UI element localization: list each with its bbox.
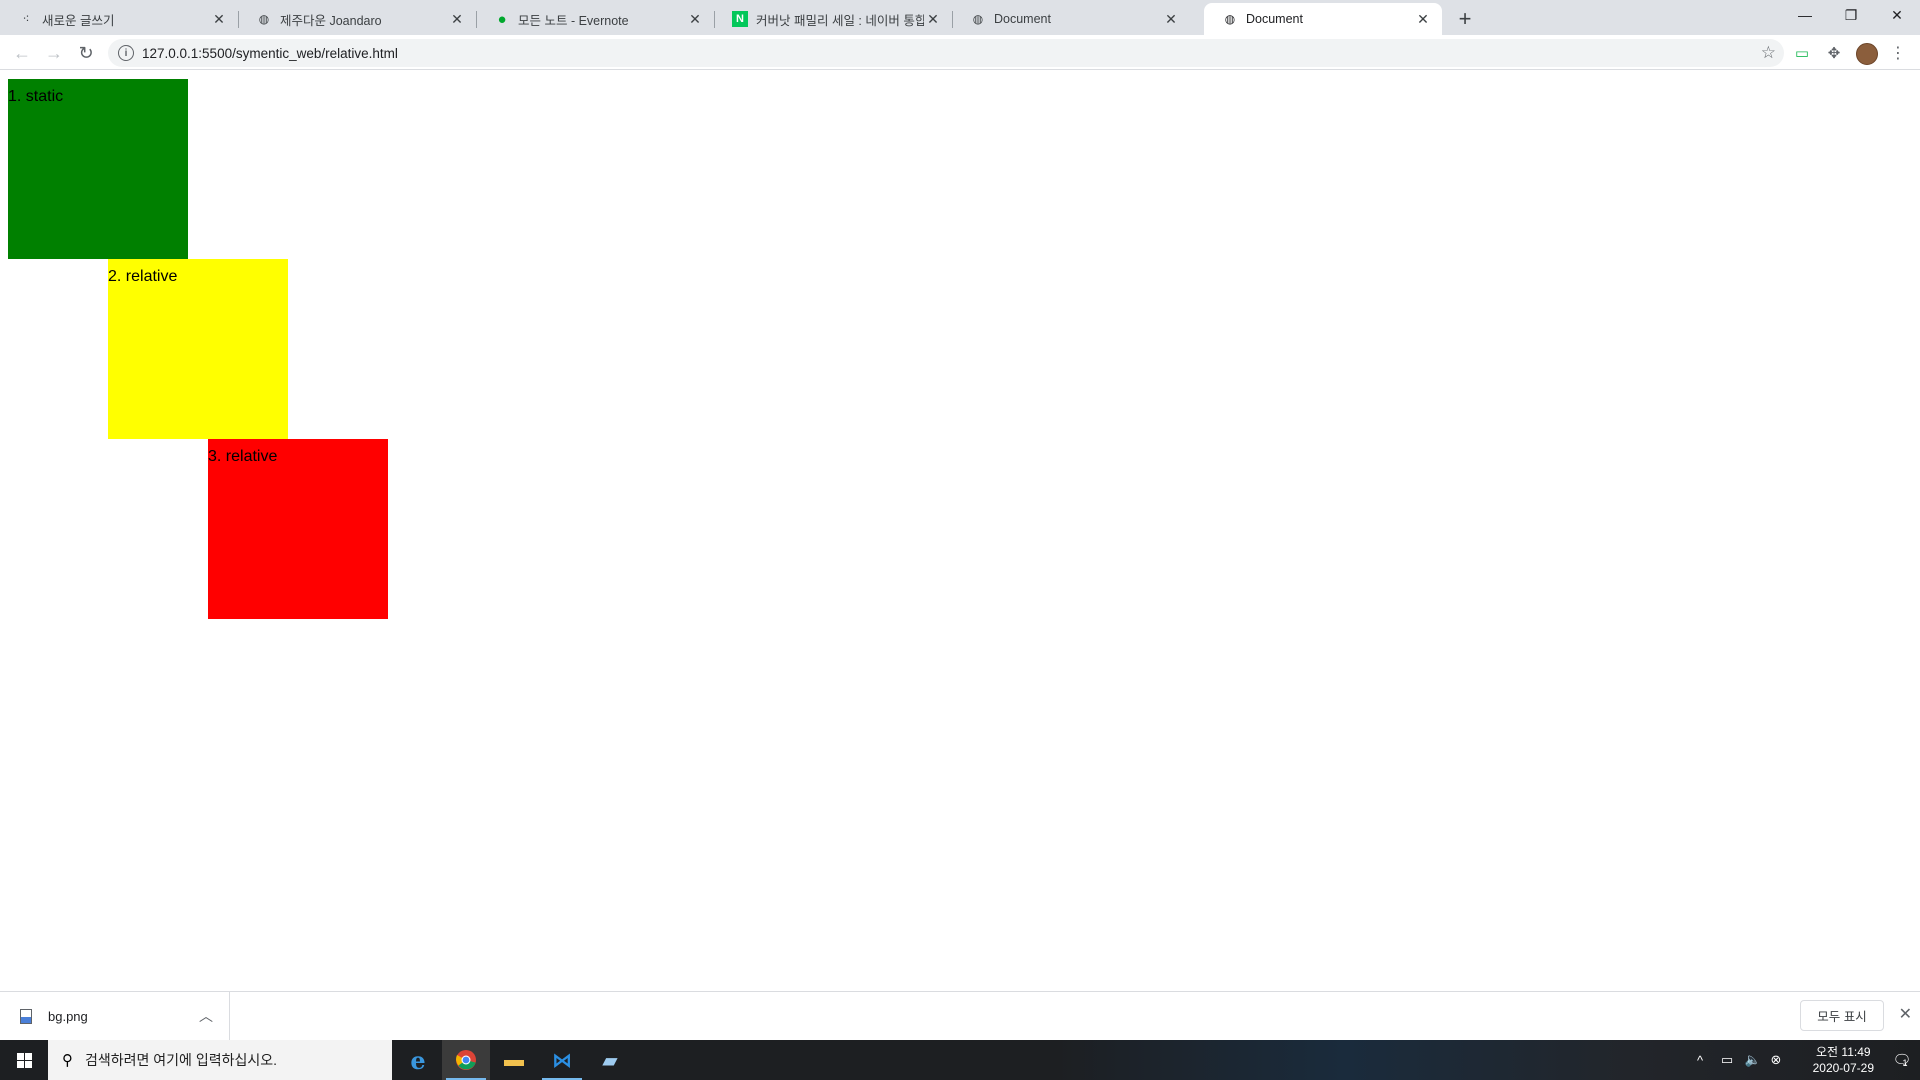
tab-close-icon[interactable]: ✕ [924, 10, 942, 28]
tab-new-post[interactable]: ⁖ 새로운 글쓰기 ✕ [0, 3, 239, 35]
tab-close-icon[interactable]: ✕ [448, 10, 466, 28]
reload-icon[interactable]: ↻ [72, 39, 100, 67]
windows-taskbar: ⚲ 검색하려면 여기에 입력하십시오. e ▬ ⋈ ▰ ^ ▭ 🔈 ⊗ 오전 1… [0, 1040, 1920, 1080]
vscode-icon[interactable]: ⋈ [538, 1040, 586, 1080]
extension-battery-icon[interactable]: ▭ [1790, 41, 1814, 65]
tab-label: 제주다운 Joandaro [280, 13, 382, 28]
notification-center-icon[interactable]: 🗨 1 [1880, 1040, 1920, 1080]
chevron-up-icon[interactable]: ︿ [199, 1006, 213, 1026]
chrome-icon[interactable] [442, 1040, 490, 1080]
internet-explorer-icon[interactable]: e [394, 1040, 442, 1080]
taskbar-search-box[interactable]: ⚲ 검색하려면 여기에 입력하십시오. [48, 1040, 392, 1080]
search-placeholder: 검색하려면 여기에 입력하십시오. [85, 1052, 277, 1068]
browser-toolbar: ← → ↻ i 127.0.0.1:5500/symentic_web/rela… [0, 35, 1920, 70]
tab-close-icon[interactable]: ✕ [686, 10, 704, 28]
evernote-icon: ● [497, 10, 507, 28]
forward-arrow-icon[interactable]: → [40, 39, 68, 67]
chrome-logo [456, 1050, 476, 1070]
naver-icon: N [732, 11, 748, 27]
bookmark-star-icon[interactable]: ☆ [1761, 43, 1776, 63]
new-tab-button[interactable]: + [1452, 6, 1478, 32]
tab-label: 모든 노트 - Evernote [518, 13, 629, 28]
avatar[interactable] [1856, 43, 1878, 65]
restore-icon[interactable]: ❐ [1828, 0, 1874, 30]
download-shelf: bg.png ︿ 모두 표시 ✕ [0, 991, 1920, 1040]
relative-box-2: 2. relative [108, 259, 288, 439]
notepad-icon[interactable]: ▰ [586, 1040, 634, 1080]
search-icon: ⚲ [62, 1052, 73, 1069]
box-label: 2. relative [108, 268, 178, 285]
minimize-icon[interactable]: — [1782, 0, 1828, 30]
static-box: 1. static [8, 79, 188, 259]
start-button[interactable] [0, 1040, 48, 1080]
relative-box-3: 3. relative [208, 439, 388, 619]
windows-logo-icon [16, 1052, 32, 1068]
tab-label: Document [1246, 12, 1303, 26]
url-text[interactable]: 127.0.0.1:5500/symentic_web/relative.htm… [142, 46, 398, 61]
back-arrow-icon[interactable]: ← [8, 39, 36, 67]
tab-strip: ⁖ 새로운 글쓰기 ✕ ◍ 제주다운 Joandaro ✕ ● 모든 노트 - … [0, 0, 1920, 35]
tab-document-active[interactable]: ◍ Document ✕ [1204, 3, 1442, 35]
volume-muted-icon[interactable]: 🔈 [1742, 1040, 1764, 1080]
globe-icon: ◍ [1224, 12, 1236, 26]
show-all-button[interactable]: 모두 표시 [1800, 1000, 1884, 1031]
tab-label: 새로운 글쓰기 [42, 13, 115, 28]
close-icon[interactable]: ✕ [1899, 1004, 1912, 1024]
box-label: 3. relative [208, 448, 278, 465]
download-file-name: bg.png [48, 1008, 88, 1024]
globe-icon: ◍ [258, 12, 270, 26]
box-label: 1. static [8, 88, 64, 105]
globe-icon: ◍ [972, 12, 984, 26]
chevron-up-icon[interactable]: ^ [1692, 1040, 1708, 1080]
tab-label: Document [994, 12, 1051, 26]
clock-time: 오전 11:49 [1816, 1045, 1871, 1059]
status-error-icon[interactable]: ⊗ [1766, 1040, 1786, 1080]
network-icon[interactable]: ▭ [1716, 1040, 1738, 1080]
info-icon[interactable]: i [118, 45, 134, 61]
download-item[interactable]: bg.png ︿ [0, 992, 230, 1040]
taskbar-clock[interactable]: 오전 11:49 2020-07-29 [1813, 1044, 1874, 1076]
tab-close-icon[interactable]: ✕ [210, 10, 228, 28]
extensions-puzzle-icon[interactable]: ✥ [1822, 41, 1846, 65]
brand-mark-icon: ⁖ [22, 12, 30, 26]
menu-kebab-icon[interactable]: ⋮ [1886, 41, 1910, 65]
tab-naver[interactable]: N 커버낫 패밀리 세일 : 네이버 통합 ✕ [714, 3, 953, 35]
tab-document[interactable]: ◍ Document ✕ [952, 3, 1190, 35]
tab-evernote[interactable]: ● 모든 노트 - Evernote ✕ [476, 3, 715, 35]
address-bar[interactable]: i 127.0.0.1:5500/symentic_web/relative.h… [108, 39, 1784, 67]
file-explorer-icon[interactable]: ▬ [490, 1040, 538, 1080]
tab-label: 커버낫 패밀리 세일 : 네이버 통합 [756, 13, 924, 28]
tab-joandaro[interactable]: ◍ 제주다운 Joandaro ✕ [238, 3, 477, 35]
window-close-icon[interactable]: ✕ [1874, 0, 1920, 30]
tab-close-icon[interactable]: ✕ [1414, 10, 1432, 28]
clock-date: 2020-07-29 [1812, 1061, 1874, 1075]
image-file-icon [20, 1008, 32, 1024]
notification-count: 1 [1902, 1058, 1908, 1068]
page-viewport: 1. static 2. relative 3. relative [0, 71, 1920, 991]
tab-close-icon[interactable]: ✕ [1162, 10, 1180, 28]
